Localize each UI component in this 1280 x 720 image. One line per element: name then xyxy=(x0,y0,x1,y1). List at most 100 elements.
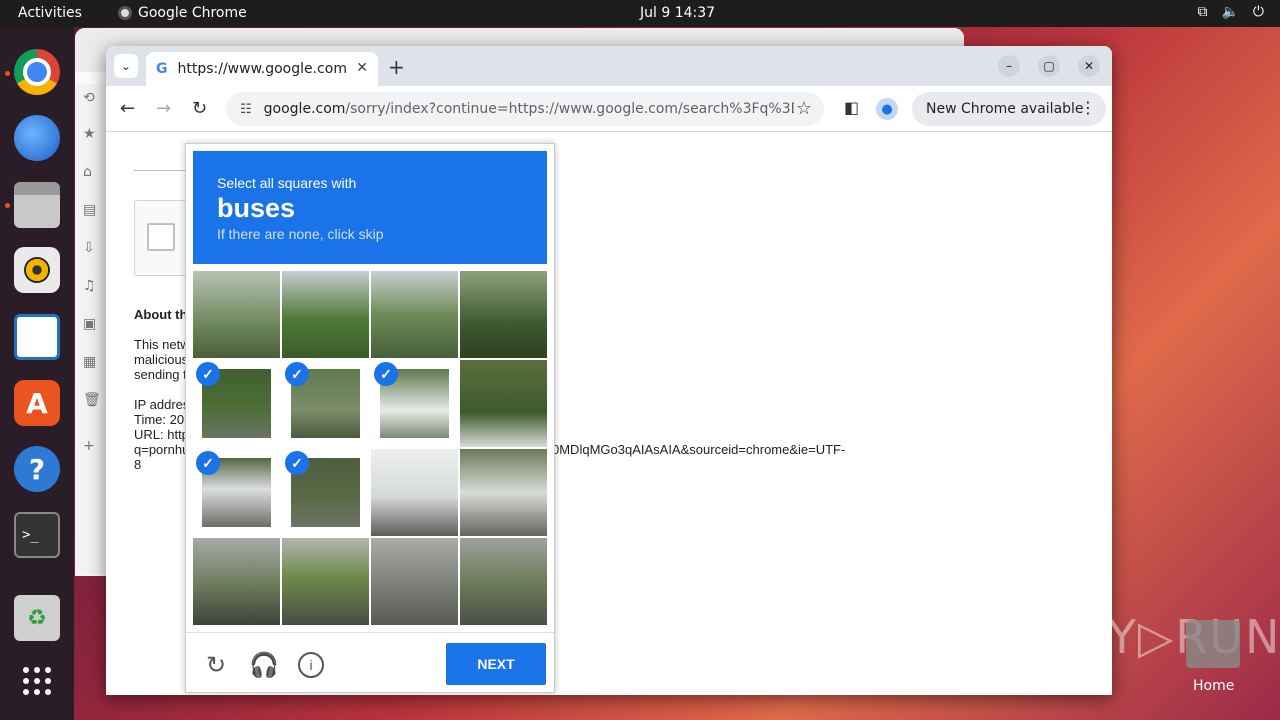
captcha-header: Select all squares with buses If there a… xyxy=(193,151,547,264)
terminal-icon[interactable]: >_ xyxy=(14,512,60,558)
close-window-button[interactable]: ✕ xyxy=(1078,55,1100,77)
tile-image xyxy=(371,271,458,358)
minimize-button[interactable]: – xyxy=(998,55,1020,77)
add-location-icon[interactable]: + xyxy=(83,438,99,454)
recaptcha-checkbox[interactable] xyxy=(147,223,175,251)
tile-image xyxy=(371,449,458,536)
captcha-tile[interactable]: ✓ xyxy=(193,360,280,447)
captcha-tile[interactable] xyxy=(282,538,369,625)
captcha-grid: ✓ ✓ ✓ ✓ ✓ xyxy=(193,271,547,625)
files-icon[interactable] xyxy=(14,182,60,228)
videos-icon[interactable]: ▦ xyxy=(83,354,99,370)
power-icon: ⏻ xyxy=(1252,4,1264,20)
maximize-button[interactable]: ▢ xyxy=(1038,55,1060,77)
forward-button[interactable]: → xyxy=(156,98,171,119)
help-icon[interactable]: ? xyxy=(14,446,60,492)
captcha-tile[interactable] xyxy=(282,271,369,358)
trash-folder-icon[interactable]: 🗑 xyxy=(83,392,101,408)
app-center-icon[interactable]: A xyxy=(14,380,60,426)
back-button[interactable]: ← xyxy=(120,98,135,119)
new-tab-button[interactable]: + xyxy=(388,55,405,79)
tile-image xyxy=(460,360,547,447)
checkmark-icon: ✓ xyxy=(196,451,220,475)
documents-icon[interactable]: ▤ xyxy=(83,202,99,218)
chrome-update-button[interactable]: New Chrome available ⋮ xyxy=(912,92,1106,126)
background-window-sidebar: ⟲ ★ ⌂ ▤ ⇩ ♫ ▣ ▦ 🗑 + xyxy=(75,84,106,574)
music-icon[interactable]: ♫ xyxy=(83,278,99,294)
writer-icon[interactable] xyxy=(14,314,60,360)
tab-title: https://www.google.com/sorry/index?conti… xyxy=(177,61,346,77)
site-info-icon[interactable]: ☷ xyxy=(240,102,252,117)
close-tab-icon[interactable]: ✕ xyxy=(356,60,368,76)
side-panel-icon[interactable]: ◧ xyxy=(844,98,859,117)
recent-icon[interactable]: ⟲ xyxy=(83,90,99,106)
show-apps-icon[interactable] xyxy=(14,658,60,704)
audio-icon[interactable]: 🎧 xyxy=(249,651,279,679)
captcha-target: buses xyxy=(217,193,296,223)
update-label: New Chrome available xyxy=(926,101,1084,117)
checkmark-icon: ✓ xyxy=(374,362,398,386)
running-indicator xyxy=(5,203,10,208)
captcha-tile[interactable] xyxy=(460,449,547,536)
rhythmbox-icon[interactable] xyxy=(14,247,60,293)
chrome-icon[interactable] xyxy=(14,49,60,95)
page-line: URL: http xyxy=(134,427,189,442)
bookmark-star-icon[interactable]: ☆ xyxy=(796,98,812,119)
tile-image xyxy=(193,271,280,358)
reload-icon[interactable]: ↻ xyxy=(202,651,230,679)
about-heading: About th xyxy=(134,307,188,322)
captcha-instruction: Select all squares with xyxy=(217,175,357,191)
app-menu[interactable]: Google Chrome xyxy=(118,5,247,21)
tab-search-button[interactable]: ⌄ xyxy=(114,54,138,78)
trash-icon[interactable]: ♻ xyxy=(14,595,60,641)
page-line: sending t xyxy=(134,367,187,382)
url-text: google.com/sorry/index?continue=https://… xyxy=(263,101,794,117)
address-bar[interactable]: ☷ google.com/sorry/index?continue=https:… xyxy=(226,92,824,126)
captcha-tile[interactable] xyxy=(371,271,458,358)
captcha-tile[interactable]: ✓ xyxy=(282,360,369,447)
tile-image xyxy=(371,538,458,625)
google-favicon-icon: G xyxy=(156,61,168,77)
home-folder-desktop-icon[interactable] xyxy=(1186,620,1240,668)
checkmark-icon: ✓ xyxy=(196,362,220,386)
url-tail-text: 0MDlqMGo3qAIAsAIA&sourceid=chrome&ie=UTF… xyxy=(552,442,846,457)
top-bar: Activities Google Chrome Jul 9 14:37 ⧉ 🔈… xyxy=(0,0,1280,27)
pictures-icon[interactable]: ▣ xyxy=(83,316,99,332)
profile-avatar-icon[interactable]: ● xyxy=(876,98,898,120)
captcha-tile[interactable] xyxy=(460,271,547,358)
reload-button[interactable]: ↻ xyxy=(192,98,207,119)
next-button[interactable]: NEXT xyxy=(446,643,546,685)
captcha-tile[interactable] xyxy=(371,449,458,536)
home-folder-icon[interactable]: ⌂ xyxy=(83,164,99,180)
captcha-tile[interactable] xyxy=(193,538,280,625)
tile-image xyxy=(460,538,547,625)
menu-kebab-icon[interactable]: ⋮ xyxy=(1080,98,1096,117)
captcha-tile[interactable] xyxy=(193,271,280,358)
app-name: Google Chrome xyxy=(138,5,247,21)
chrome-small-icon xyxy=(118,6,132,20)
system-tray[interactable]: ⧉ 🔈 ⏻ xyxy=(1197,4,1264,20)
captcha-tile[interactable]: ✓ xyxy=(371,360,458,447)
downloads-icon[interactable]: ⇩ xyxy=(83,240,99,256)
checkmark-icon: ✓ xyxy=(285,451,309,475)
captcha-hint: If there are none, click skip xyxy=(217,226,384,242)
captcha-tile[interactable]: ✓ xyxy=(282,449,369,536)
activities-button[interactable]: Activities xyxy=(18,5,82,21)
info-icon[interactable]: i xyxy=(298,652,324,678)
captcha-tile[interactable]: ✓ xyxy=(193,449,280,536)
captcha-tile[interactable] xyxy=(371,538,458,625)
captcha-tile[interactable] xyxy=(460,538,547,625)
active-tab[interactable]: G https://www.google.com/sorry/index?con… xyxy=(146,52,378,86)
captcha-tile[interactable] xyxy=(460,360,547,447)
thunderbird-icon[interactable] xyxy=(14,115,60,161)
clock[interactable]: Jul 9 14:37 xyxy=(640,5,715,21)
home-label[interactable]: Home xyxy=(1193,678,1234,694)
tile-image xyxy=(282,538,369,625)
captcha-footer: ↻ 🎧 i NEXT xyxy=(186,632,554,694)
starred-icon[interactable]: ★ xyxy=(83,126,99,142)
page-line: IP addres xyxy=(134,397,189,412)
tile-image xyxy=(460,271,547,358)
dock: A ? >_ ♻ xyxy=(0,27,74,720)
page-line: This netw xyxy=(134,337,189,352)
running-indicator xyxy=(5,71,10,76)
